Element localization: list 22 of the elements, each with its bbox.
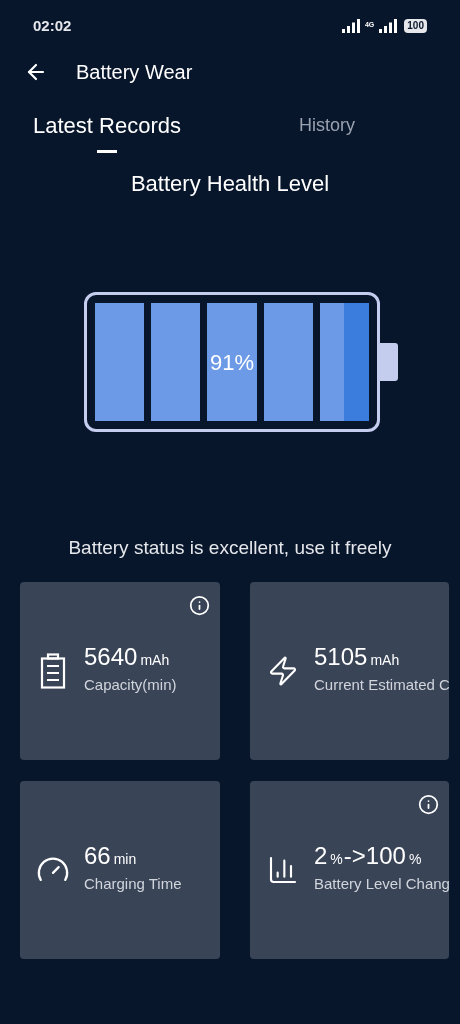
- battery-icon: [39, 652, 67, 689]
- stat-label: Battery Level Chang: [314, 874, 449, 895]
- tab[interactable]: Latest Records: [33, 109, 181, 153]
- page-title: Battery Wear: [76, 60, 193, 85]
- signal-icon: [379, 19, 398, 33]
- signal-icon: [341, 19, 360, 33]
- section-title: Battery Health Level: [130, 170, 330, 198]
- stat-label: Current Estimated C: [314, 675, 449, 696]
- stat-label: Charging Time: [84, 874, 182, 895]
- stat-value: 5105 mAh: [314, 644, 401, 673]
- stat-value: 2%->100%: [314, 843, 423, 872]
- lightning-icon: [267, 654, 299, 687]
- stat-value: 5640 mAh: [84, 644, 171, 673]
- tab[interactable]: History: [298, 112, 355, 150]
- stat-value: 66 min: [84, 843, 138, 872]
- status-message: Battery status is excellent, use it freely: [68, 536, 392, 560]
- info-icon[interactable]: [189, 594, 210, 616]
- health-percentage: 91%: [209, 348, 254, 377]
- stat-label: Capacity(min): [84, 675, 177, 696]
- battery-indicator: 100: [404, 19, 427, 33]
- info-icon[interactable]: [418, 793, 439, 815]
- status-time: 02:02: [33, 15, 72, 36]
